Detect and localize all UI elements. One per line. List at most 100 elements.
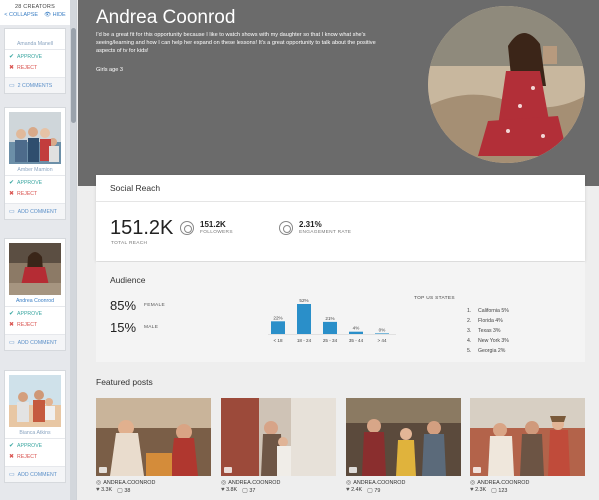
state-rank: 5. <box>467 348 472 354</box>
female-percent: 85% <box>110 298 137 313</box>
age-bar-0 <box>271 321 285 334</box>
creator-card-selected[interactable]: Andrea Coonrod ✔ APPROVE ✖ REJECT ▭ ADD COM… <box>4 238 66 351</box>
sidebar-scrollbar[interactable] <box>70 0 76 500</box>
creator-card[interactable]: Amanda Manell ✔ APPROVE ✖ REJECT ▭ 2 COMMEN… <box>4 28 66 94</box>
approve-button[interactable]: ✔ APPROVE <box>5 49 65 63</box>
age-category-label: > 44 <box>377 338 387 343</box>
instagram-icon <box>180 221 194 235</box>
age-bar-value-label: 0% <box>379 327 386 332</box>
state-rank: 4. <box>467 338 472 344</box>
state-item: Texas 3% <box>478 328 501 334</box>
followers-label: FOLLOWERS <box>200 230 233 235</box>
reject-button[interactable]: ✖ REJECT <box>5 320 65 331</box>
instagram-icon: ◎ <box>96 480 102 486</box>
male-percent: 15% <box>110 320 137 335</box>
state-item: Georgia 2% <box>478 348 506 354</box>
creator-name: Andrea Coonrod <box>96 7 236 28</box>
state-rank: 1. <box>467 308 472 314</box>
approve-label: APPROVE <box>17 179 43 186</box>
check-icon: ✔ <box>9 54 15 60</box>
creator-count: 28 CREATORS <box>15 4 55 10</box>
reject-button[interactable]: ✖ REJECT <box>5 189 65 200</box>
comment-icon: ▭ <box>9 472 15 478</box>
male-label: MALE <box>144 325 159 330</box>
reject-label: REJECT <box>17 64 38 71</box>
add-comment-button[interactable]: ▭ ADD COMMENT <box>5 203 65 219</box>
post-image[interactable] <box>221 398 336 476</box>
creator-photo <box>9 375 61 427</box>
approve-button[interactable]: ✔ APPROVE <box>5 306 65 320</box>
featured-post[interactable]: ◎ ANDREA.COONROD ♥ 2.4K ▢ 79 <box>346 398 461 494</box>
approve-button[interactable]: ✔ APPROVE <box>5 438 65 452</box>
creator-card-name: Andrea Coonrod <box>15 298 55 304</box>
creator-review-page: 28 CREATORS < COLLAPSE 👁 HIDE Amanda Man… <box>0 0 599 500</box>
camera-icon <box>224 467 232 473</box>
age-category-label: 18 - 24 <box>297 338 312 343</box>
creator-card-name: Amanda Manell <box>16 41 54 47</box>
featured-post[interactable]: ◎ ANDREA.COONROD ♥ 3.3K ▢ 38 <box>96 398 211 494</box>
comment-icon: ▢ <box>117 488 123 494</box>
featured-post[interactable]: ◎ ANDREA.COONROD ♥ 3.8K ▢ 37 <box>221 398 336 494</box>
eye-icon: 👁 <box>44 12 52 18</box>
instagram-icon: ◎ <box>470 480 476 486</box>
instagram-icon: ◎ <box>221 480 227 486</box>
age-bar-1 <box>297 304 311 334</box>
heart-icon: ♥ <box>96 487 100 493</box>
post-handle[interactable]: ANDREA.COONROD <box>228 480 280 486</box>
creator-card[interactable]: Amber Mamion ✔ APPROVE ✖ REJECT ▭ ADD COMME… <box>4 107 66 220</box>
age-bar-3 <box>349 331 363 334</box>
post-image[interactable] <box>470 398 585 476</box>
post-comments: 37 <box>249 488 256 494</box>
female-label: FEMALE <box>144 303 165 308</box>
comments-button[interactable]: ▭ 2 COMMENTS <box>5 77 65 93</box>
comment-label: ADD COMMENT <box>17 208 57 215</box>
x-icon: ✖ <box>9 454 15 460</box>
post-comments: 123 <box>498 488 508 494</box>
engagement-value: 2.31% <box>299 220 322 229</box>
engagement-label: ENGAGEMENT RATE <box>299 230 352 235</box>
reject-label: REJECT <box>17 453 38 460</box>
collapse-button[interactable]: < COLLAPSE <box>4 12 38 18</box>
approve-label: APPROVE <box>17 310 43 317</box>
post-image[interactable] <box>96 398 211 476</box>
creator-card-name: Bianca Atkins <box>19 430 51 436</box>
scrollbar-thumb[interactable] <box>71 28 76 123</box>
add-comment-button[interactable]: ▭ ADD COMMENT <box>5 334 65 350</box>
reject-button[interactable]: ✖ REJECT <box>5 63 65 74</box>
camera-icon <box>99 467 107 473</box>
hide-button[interactable]: 👁 HIDE <box>44 12 66 18</box>
creator-card[interactable]: Bianca Atkins ✔ APPROVE ✖ REJECT ▭ ADD COMM… <box>4 370 66 483</box>
age-bar-value-label: 21% <box>325 316 334 321</box>
hide-label: HIDE <box>52 12 66 18</box>
x-icon: ✖ <box>9 65 15 71</box>
comment-icon: ▢ <box>367 488 373 494</box>
comment-icon: ▭ <box>9 83 15 89</box>
reject-button[interactable]: ✖ REJECT <box>5 452 65 463</box>
add-comment-button[interactable]: ▭ ADD COMMENT <box>5 466 65 482</box>
instagram-icon <box>279 221 293 235</box>
heart-icon: ♥ <box>470 487 474 493</box>
post-handle[interactable]: ANDREA.COONROD <box>353 480 405 486</box>
approve-button[interactable]: ✔ APPROVE <box>5 175 65 189</box>
post-image[interactable] <box>346 398 461 476</box>
post-likes: 3.3K <box>101 487 113 493</box>
post-likes: 2.4K <box>351 487 363 493</box>
reject-label: REJECT <box>17 190 38 197</box>
camera-icon <box>473 467 481 473</box>
creator-header: Andrea Coonrod I'd be a great fit for th… <box>78 0 599 186</box>
featured-post[interactable]: ◎ ANDREA.COONROD ♥ 2.3K ▢ 123 <box>470 398 585 494</box>
total-reach-value: 151.2K <box>110 217 174 239</box>
comment-icon: ▢ <box>491 488 497 494</box>
heart-icon: ♥ <box>221 487 225 493</box>
age-category-label: 25 - 34 <box>323 338 338 343</box>
age-bar-value-label: 4% <box>353 326 360 331</box>
state-rank: 3. <box>467 328 472 334</box>
camera-icon <box>349 467 357 473</box>
audience-section: Audience 85% FEMALE 15% MALE 22% < 18 52% 1… <box>96 262 585 362</box>
post-likes: 2.3K <box>475 487 487 493</box>
social-reach-panel: Social Reach 151.2K TOTAL REACH 151.2K F… <box>96 175 585 261</box>
post-handle[interactable]: ANDREA.COONROD <box>103 480 155 486</box>
post-handle[interactable]: ANDREA.COONROD <box>477 480 529 486</box>
x-icon: ✖ <box>9 322 15 328</box>
comment-icon: ▭ <box>9 209 15 215</box>
